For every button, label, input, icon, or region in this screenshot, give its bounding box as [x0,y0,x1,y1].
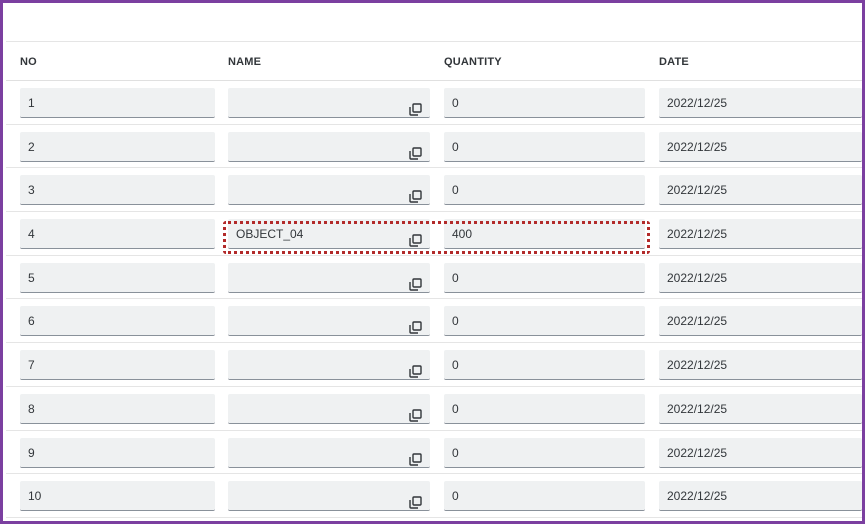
no-field[interactable]: 1 [20,88,215,118]
table-frame: NO NAME QUANTITY DATE 1 0 2022/12/25 2 0 2022… [0,0,865,524]
no-field[interactable]: 7 [20,350,215,381]
no-field[interactable]: 9 [20,437,215,468]
quantity-field[interactable]: 400 [444,219,645,250]
date-field[interactable]: 2022/12/25 [659,481,862,512]
no-field[interactable]: 3 [20,175,215,206]
value-help-icon[interactable] [409,315,422,335]
name-field[interactable] [228,262,430,293]
name-field[interactable] [228,88,430,118]
date-field[interactable]: 2022/12/25 [659,350,862,381]
name-field[interactable] [228,481,430,512]
quantity-field[interactable]: 0 [444,393,645,424]
quantity-field[interactable]: 0 [444,88,645,118]
value-help-icon[interactable] [409,228,422,247]
table-header-row: NO NAME QUANTITY DATE [6,43,862,81]
date-field[interactable]: 2022/12/25 [659,306,862,337]
name-field[interactable] [228,306,430,337]
value-help-icon[interactable] [409,184,422,204]
value-help-icon[interactable] [409,97,422,116]
data-table: NO NAME QUANTITY DATE 1 0 2022/12/25 2 0 2022… [6,43,862,524]
table-row: 9 0 2022/12/25 [6,431,862,475]
value-help-icon[interactable] [409,359,422,378]
table-row: 10 0 2022/12/25 [6,474,862,518]
no-field[interactable]: 5 [20,262,215,293]
value-help-icon[interactable] [409,403,422,422]
quantity-field[interactable]: 0 [444,306,645,337]
column-header-quantity[interactable]: QUANTITY [444,43,502,81]
table-row: 5 0 2022/12/25 [6,256,862,300]
name-field[interactable]: OBJECT_04 [228,219,430,250]
no-field[interactable]: 8 [20,393,215,424]
name-field[interactable] [228,175,430,206]
quantity-field[interactable]: 0 [444,437,645,468]
date-field[interactable]: 2022/12/25 [659,262,862,293]
no-field[interactable]: 10 [20,481,215,512]
quantity-field[interactable]: 0 [444,481,645,512]
name-value: OBJECT_04 [236,227,304,242]
quantity-field[interactable]: 0 [444,262,645,293]
no-field[interactable]: 2 [20,131,215,162]
quantity-field[interactable]: 0 [444,175,645,206]
table-toolbar [6,6,862,42]
table-row: 3 0 2022/12/25 [6,168,862,213]
column-header-name[interactable]: NAME [228,43,261,81]
name-field[interactable] [228,131,430,162]
table-body: 1 0 2022/12/25 2 0 2022/12/25 3 0 2022/12/25 4 OBJ… [6,81,862,518]
table-row: 1 0 2022/12/25 [6,81,862,125]
quantity-field[interactable]: 0 [444,350,645,381]
name-field[interactable] [228,393,430,424]
column-header-date[interactable]: DATE [659,43,689,81]
value-help-icon[interactable] [409,272,422,291]
date-field[interactable]: 2022/12/25 [659,437,862,468]
table-row: 2 0 2022/12/25 [6,125,862,169]
no-field[interactable]: 6 [20,306,215,337]
name-field[interactable] [228,350,430,381]
date-field[interactable]: 2022/12/25 [659,175,862,206]
no-field[interactable]: 4 [20,219,215,250]
value-help-icon[interactable] [409,490,422,509]
value-help-icon[interactable] [409,141,422,160]
column-header-no[interactable]: NO [20,43,37,81]
date-field[interactable]: 2022/12/25 [659,393,862,424]
value-help-icon[interactable] [409,447,422,466]
name-field[interactable] [228,437,430,468]
table-row: 4 OBJECT_04 400 2022/12/25 [6,212,862,256]
date-field[interactable]: 2022/12/25 [659,131,862,162]
date-field[interactable]: 2022/12/25 [659,219,862,250]
table-row: 6 0 2022/12/25 [6,299,862,344]
date-field[interactable]: 2022/12/25 [659,88,862,118]
quantity-field[interactable]: 0 [444,131,645,162]
table-row: 7 0 2022/12/25 [6,343,862,387]
table-row: 8 0 2022/12/25 [6,387,862,431]
